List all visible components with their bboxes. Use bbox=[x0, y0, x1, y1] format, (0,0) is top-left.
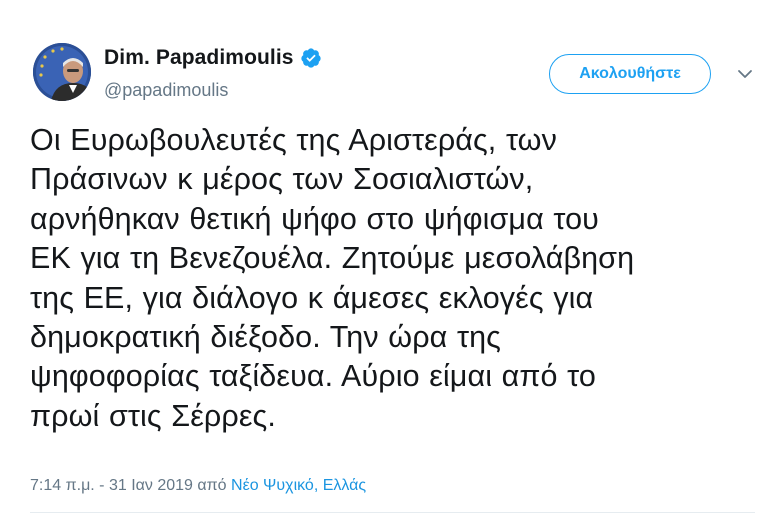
tweet-text-line: Πράσινων κ μέρος των Σοσιαλιστών, bbox=[30, 162, 534, 197]
tweet-text-line: ψηφοφορίας ταξίδευα. Αύριο είμαι από το bbox=[30, 359, 596, 394]
tweet-location-link[interactable]: Νέο Ψυχικό, Ελλάς bbox=[231, 477, 366, 494]
tweet-card: Dim. Papadimoulis @papadimoulis Ακολουθή… bbox=[0, 0, 770, 515]
divider bbox=[30, 512, 755, 513]
tweet-text-line: της ΕΕ, για διάλογο κ άμεσες εκλογές για bbox=[30, 280, 594, 315]
follow-button[interactable]: Ακολουθήστε bbox=[549, 54, 711, 94]
tweet-text-line: Οι Ευρωβουλευτές της Αριστεράς, των bbox=[30, 123, 557, 157]
author-name-row: Dim. Papadimoulis bbox=[104, 46, 322, 70]
tweet-text-line: ΕΚ για τη Βενεζουέλα. Ζητούμε μεσολάβηση bbox=[30, 241, 635, 276]
author-handle[interactable]: @papadimoulis bbox=[104, 80, 228, 101]
tweet-text-line: πρωί στις Σέρρες. bbox=[30, 398, 276, 433]
tweet-metadata: 7:14 π.μ. - 31 Ιαν 2019 από Νέο Ψυχικό, … bbox=[30, 477, 366, 495]
tweet-text: Οι Ευρωβουλευτές της Αριστεράς, των Πράσ… bbox=[30, 121, 755, 436]
profile-photo bbox=[33, 43, 91, 101]
author-name[interactable]: Dim. Papadimoulis bbox=[104, 46, 294, 70]
avatar[interactable] bbox=[33, 43, 91, 101]
tweet-timestamp[interactable]: 7:14 π.μ. - 31 Ιαν 2019 από bbox=[30, 477, 227, 494]
tweet-text-line: αρνήθηκαν θετική ψήφο στο ψήφισμα του bbox=[30, 201, 599, 236]
tweet-text-line: δημοκρατική διέξοδο. Την ώρα της bbox=[30, 320, 501, 355]
verified-badge-icon bbox=[300, 47, 322, 69]
chevron-down-icon[interactable] bbox=[736, 67, 754, 81]
